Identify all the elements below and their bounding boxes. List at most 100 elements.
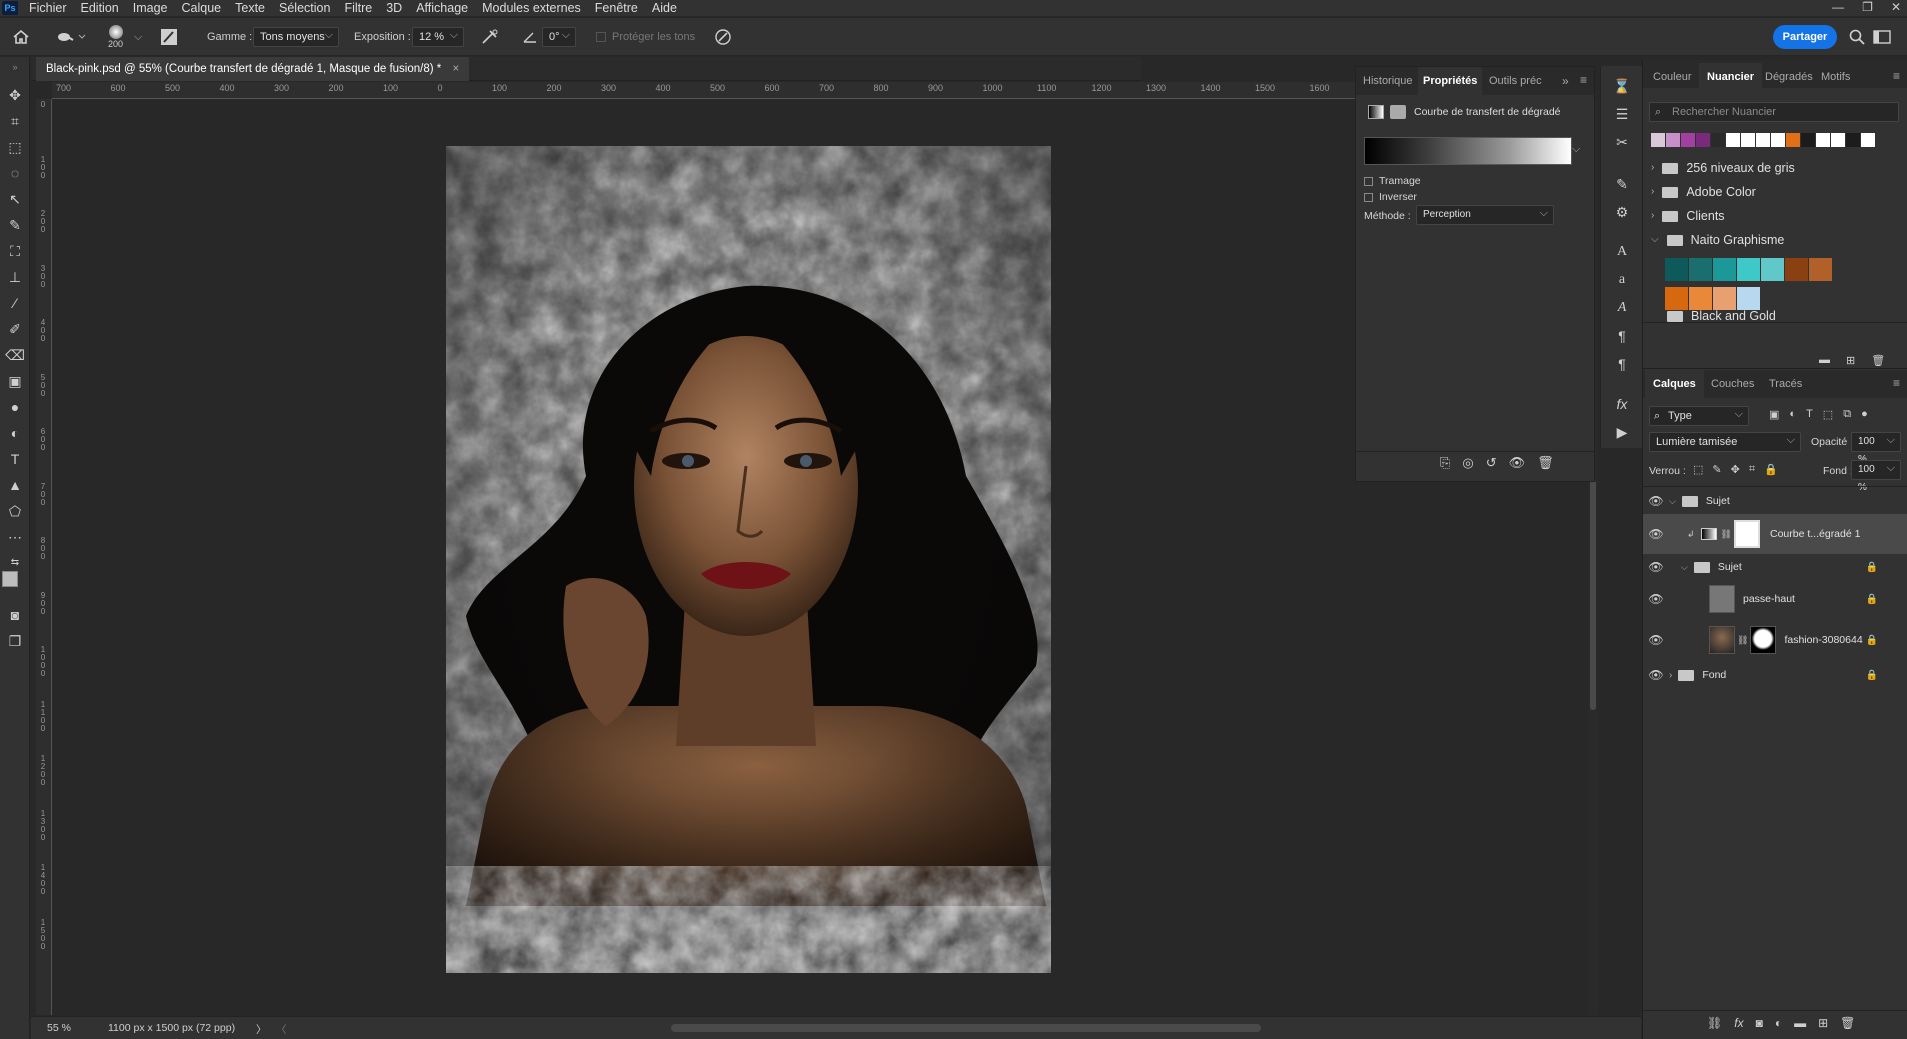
layer-row[interactable]: 👁 ⌵ Sujet xyxy=(1643,488,1907,514)
new-group-icon[interactable]: ▬ xyxy=(1819,354,1830,367)
color-swatch[interactable] xyxy=(1665,258,1688,281)
brush-settings-icon[interactable] xyxy=(160,18,178,56)
share-button[interactable]: Partager xyxy=(1773,25,1837,49)
scroll-left-arrow[interactable]: 〈 xyxy=(276,1022,287,1037)
quick-selection-icon[interactable]: ✎ xyxy=(5,215,25,235)
crop-tool-icon[interactable]: ⛶ xyxy=(5,241,25,261)
delete-swatch-icon[interactable]: 🗑 xyxy=(1871,354,1885,367)
color-swatch[interactable] xyxy=(1741,133,1755,147)
gradient-editor[interactable] xyxy=(1364,137,1572,165)
dodge-tool-icon[interactable]: ◐ xyxy=(5,423,25,443)
color-swatch[interactable] xyxy=(1737,258,1760,281)
chevron-down-icon[interactable]: ⌵ xyxy=(1681,562,1688,573)
protect-tones-checkbox[interactable]: Protéger les tons xyxy=(596,18,695,56)
zoom-level[interactable]: 55 % xyxy=(47,1022,71,1034)
chevron-down-icon[interactable]: ⌵ xyxy=(134,18,142,56)
new-group-icon[interactable]: ▬ xyxy=(1794,1016,1806,1030)
brushes-panel-icon[interactable]: ✎ xyxy=(1612,174,1632,194)
airbrush-icon[interactable] xyxy=(480,18,500,56)
menu-fichier[interactable]: Fichier xyxy=(22,1,74,15)
color-swatch[interactable] xyxy=(1696,133,1710,147)
color-swatch[interactable] xyxy=(1801,133,1815,147)
layer-row[interactable]: 👁 ⌵ Sujet 🔒 xyxy=(1643,554,1907,580)
menu-fenetre[interactable]: Fenêtre xyxy=(588,1,645,15)
visibility-eye-icon[interactable]: 👁 xyxy=(1643,633,1669,647)
color-swatch[interactable] xyxy=(1761,258,1784,281)
menu-edition[interactable]: Edition xyxy=(74,1,126,15)
glyphs-panel-icon[interactable]: A xyxy=(1612,298,1632,318)
new-swatch-icon[interactable]: ⊞ xyxy=(1846,354,1855,367)
menu-image[interactable]: Image xyxy=(126,1,175,15)
clip-to-layer-icon[interactable]: ⎘ xyxy=(1440,455,1450,471)
menu-selection[interactable]: Sélection xyxy=(272,1,337,15)
move-tool-icon[interactable]: ✥ xyxy=(5,85,25,105)
styles-panel-icon[interactable]: fx xyxy=(1612,394,1632,414)
color-swatch[interactable] xyxy=(1665,287,1688,310)
gradient-dropdown-icon[interactable]: ⌵ xyxy=(1572,143,1580,156)
vertical-scrollbar[interactable] xyxy=(1590,480,1596,710)
swatch-group-gray[interactable]: › 256 niveaux de gris xyxy=(1651,156,1795,180)
new-adjustment-icon[interactable]: ◐ xyxy=(1775,1016,1782,1030)
filter-adjustment-icon[interactable]: ◐ xyxy=(1789,408,1796,421)
close-window-button[interactable]: ✕ xyxy=(1891,0,1901,16)
menu-aide[interactable]: Aide xyxy=(645,1,684,15)
layer-row[interactable]: 👁 › Fond 🔒 xyxy=(1643,662,1907,688)
visibility-eye-icon[interactable]: 👁 xyxy=(1643,560,1669,574)
layer-style-icon[interactable]: fx xyxy=(1734,1016,1743,1030)
angle-input[interactable]: 0° xyxy=(542,26,576,47)
tab-degrades[interactable]: Dégradés xyxy=(1757,63,1821,91)
opacity-input[interactable]: 100 % xyxy=(1851,431,1901,465)
artboard-crop-icon[interactable]: ⌗ xyxy=(5,111,25,131)
filter-smart-icon[interactable]: ⧉ xyxy=(1843,408,1851,421)
color-swatch[interactable] xyxy=(1711,133,1725,147)
home-icon[interactable] xyxy=(12,18,30,56)
tab-motifs[interactable]: Motifs xyxy=(1813,63,1858,91)
add-mask-icon[interactable]: ◙ xyxy=(1756,1016,1763,1030)
color-swatch[interactable] xyxy=(1737,287,1760,310)
brush-size-picker[interactable]: 200 xyxy=(108,18,123,56)
swatches-menu-icon[interactable]: ≡ xyxy=(1893,69,1900,83)
minimize-button[interactable]: — xyxy=(1832,0,1844,16)
swatch-group-black-gold[interactable]: Black and Gold xyxy=(1651,310,1776,322)
visibility-eye-icon[interactable]: 👁 xyxy=(1643,668,1669,682)
menu-modules-externes[interactable]: Modules externes xyxy=(475,1,588,15)
visibility-eye-icon[interactable]: 👁 xyxy=(1643,592,1669,606)
menu-texte[interactable]: Texte xyxy=(228,1,272,15)
quick-mask-icon[interactable]: ◙ xyxy=(5,605,25,625)
color-swatch[interactable] xyxy=(1771,133,1785,147)
pressure-icon[interactable] xyxy=(714,18,732,56)
color-swatch[interactable] xyxy=(1713,287,1736,310)
color-swatch[interactable] xyxy=(1846,133,1860,147)
chevron-right-icon[interactable]: › xyxy=(1669,670,1672,681)
lasso-tool-icon[interactable]: ◌ xyxy=(5,163,25,183)
blur-tool-icon[interactable]: ● xyxy=(5,397,25,417)
reset-icon[interactable]: ↺ xyxy=(1486,455,1497,471)
tab-outils-prec[interactable]: Outils préc xyxy=(1484,67,1547,95)
dodge-tool-preset-icon[interactable] xyxy=(56,18,86,56)
color-swatch[interactable] xyxy=(1809,258,1832,281)
filter-toggle-icon[interactable]: ● xyxy=(1861,408,1868,421)
tab-couches[interactable]: Couches xyxy=(1703,370,1762,398)
brush-tool-icon[interactable]: ✐ xyxy=(5,319,25,339)
type-tool-icon[interactable]: T xyxy=(5,449,25,469)
status-menu-arrow[interactable]: 〉 xyxy=(256,1022,267,1037)
color-swatch[interactable] xyxy=(1689,287,1712,310)
swatch-search-input[interactable]: ⌕ Rechercher Nuancier xyxy=(1649,102,1899,122)
paragraph-styles-icon[interactable]: ¶ xyxy=(1612,354,1632,374)
swatch-group-naito[interactable]: ⌵ Naito Graphisme xyxy=(1651,228,1784,252)
color-swatch[interactable] xyxy=(1816,133,1830,147)
filter-type-icon[interactable]: T xyxy=(1806,408,1813,421)
close-tab-button[interactable]: × xyxy=(452,63,459,75)
reverse-checkbox[interactable]: Inverser xyxy=(1364,191,1417,203)
eraser-icon[interactable]: ⌫ xyxy=(5,345,25,365)
layer-mask-thumbnail[interactable] xyxy=(1750,626,1777,654)
layer-filter-select[interactable]: ⌕ Type xyxy=(1649,405,1749,426)
color-swatch[interactable] xyxy=(1651,133,1665,147)
eyedropper-icon[interactable]: ⁄ xyxy=(5,293,25,313)
lock-all-icon[interactable]: 🔒 xyxy=(1764,463,1778,476)
swatch-group-adobe-color[interactable]: › Adobe Color xyxy=(1651,180,1756,204)
color-swatch[interactable] xyxy=(1786,133,1800,147)
blend-mode-select[interactable]: Lumière tamisée xyxy=(1649,431,1801,452)
color-swatch[interactable] xyxy=(1713,258,1736,281)
paragraph-panel-icon[interactable]: ¶ xyxy=(1612,326,1632,346)
